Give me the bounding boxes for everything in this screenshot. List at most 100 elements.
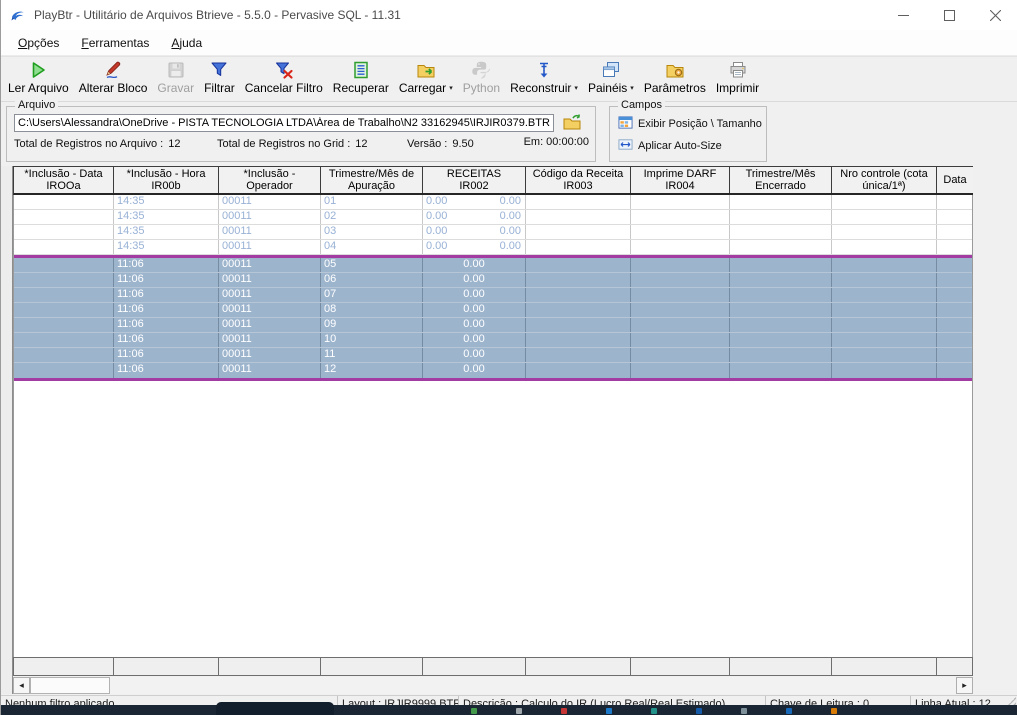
table-row[interactable]: 14:3500011010.000.00 [14,195,972,210]
table-row[interactable]: 11:0600011060.00 [14,273,972,288]
table-row[interactable]: 14:3500011020.000.00 [14,210,972,225]
dropdown-caret-icon: ▾ [630,85,634,92]
column-header-trimestre-mes-encerrado[interactable]: Trimestre/MêsEncerrado [730,167,832,193]
grid-cell [526,333,631,347]
column-header-trimestre-mes-de-apuracao[interactable]: Trimestre/Mês deApuração [321,167,423,193]
maximize-button[interactable] [926,0,972,30]
grid-cell [631,333,730,347]
grid-cell: 0.00 [423,288,526,302]
scroll-right-button[interactable]: ▸ [956,677,973,694]
grid-cell [730,273,832,287]
grid-cell: 11:06 [114,258,219,272]
table-row[interactable]: 11:0600011100.00 [14,333,972,348]
taskbar-app-icon [786,708,792,714]
table-row[interactable]: 11:0600011120.00 [14,363,972,378]
filter-cancel-icon [274,60,294,80]
scrollbar-thumb[interactable] [30,677,110,694]
minimize-button[interactable] [880,0,926,30]
toolbar-button-recuperar[interactable]: Recuperar [328,59,394,96]
toolbar-label: Carregar [399,81,446,95]
grid-cell [937,195,973,209]
toolbar-button-carregar[interactable]: Carregar▾ [394,59,458,96]
scroll-left-button[interactable]: ◂ [13,677,30,694]
column-header-inclusao-operador[interactable]: *Inclusão -Operador [219,167,321,193]
python-icon [471,60,491,80]
table-row[interactable]: 11:0600011110.00 [14,348,972,363]
table-row[interactable]: 14:3500011030.000.00 [14,225,972,240]
column-header-codigo-da-receita-ir003[interactable]: Código da ReceitaIR003 [526,167,631,193]
versao: Versão :9.50 [407,138,474,150]
table-row[interactable]: 11:0600011050.00 [14,258,972,273]
column-header-imprime-darf-ir004[interactable]: Imprime DARFIR004 [631,167,730,193]
table-row[interactable]: 11:0600011080.00 [14,303,972,318]
grid-cell [832,288,937,302]
grid-cell: 0.00 [423,333,526,347]
panels-icon [601,60,621,80]
toolbar-button-cancelar-filtro[interactable]: Cancelar Filtro [240,59,328,96]
grid-cell [730,195,832,209]
footer-cell [631,658,730,675]
toolbar-button-alterar-bloco[interactable]: Alterar Bloco [74,59,153,96]
toolbar-label: Ler Arquivo [8,81,69,95]
grid-cell [631,288,730,302]
grid-cell: 14:35 [114,195,219,209]
toolbar-label: Cancelar Filtro [245,81,323,95]
column-header-inclusao-hora-ir00b[interactable]: *Inclusão - HoraIR00b [114,167,219,193]
close-button[interactable] [972,0,1017,30]
grid-cell: 00011 [219,363,321,378]
toolbar-button-imprimir[interactable]: Imprimir [711,59,764,96]
menu-bar: OpçõesFerramentasAjuda [1,30,1017,56]
data-grid: *Inclusão - DataIROOa*Inclusão - HoraIR0… [13,166,973,676]
toolbar-button-filtrar[interactable]: Filtrar [199,59,240,96]
grid-cell [832,318,937,332]
toolbar-button-gravar: Gravar [152,59,199,96]
menu-item-opcoes[interactable]: Opções [7,32,70,54]
grid-cell [832,240,937,254]
file-path-input[interactable] [14,114,554,132]
dropdown-caret-icon: ▾ [574,85,578,92]
browse-file-button[interactable] [560,112,584,134]
table-row[interactable]: 11:0600011070.00 [14,288,972,303]
exibir-posicao-button[interactable]: Exibir Posição \ Tamanho [618,115,762,133]
table-grid-icon [618,115,633,133]
grid-cell [631,225,730,239]
column-header-inclusao-data-irooa[interactable]: *Inclusão - DataIROOa [14,167,114,193]
toolbar-button-parametros[interactable]: Parâmetros [639,59,711,96]
grid-cell [631,273,730,287]
menu-item-ajuda[interactable]: Ajuda [160,32,213,54]
grid-cell [526,210,631,224]
grid-cell: 00011 [219,288,321,302]
table-row[interactable]: 11:0600011090.00 [14,318,972,333]
grid-cell [14,240,114,254]
grid-cell [937,333,973,347]
column-header-nro-controle-cota-unica-1[interactable]: Nro controle (cotaúnica/1ª) [832,167,937,193]
horizontal-scrollbar[interactable]: ◂ ▸ [13,677,973,694]
grid-header-row: *Inclusão - DataIROOa*Inclusão - HoraIR0… [13,166,973,195]
table-row[interactable]: 14:3500011040.000.00 [14,240,972,255]
grid-cell [14,258,114,272]
grid-cell [14,333,114,347]
grid-cell [832,303,937,317]
column-header-receitas-ir002[interactable]: RECEITASIR002 [423,167,526,193]
footer-cell [937,658,973,675]
menu-item-ferramentas[interactable]: Ferramentas [70,32,160,54]
grid-cell [631,195,730,209]
toolbar-button-reconstruir[interactable]: Reconstruir▾ [505,59,583,96]
aplicar-autosize-button[interactable]: Aplicar Auto-Size [618,137,722,155]
grid-cell: 11:06 [114,363,219,378]
toolbar-label: Parâmetros [644,81,706,95]
grid-cell: 0.00 [423,273,526,287]
grid-cell: 00011 [219,210,321,224]
toolbar-button-ler-arquivo[interactable]: Ler Arquivo [3,59,74,96]
window-title: PlayBtr - Utilitário de Arquivos Btrieve… [34,8,401,22]
footer-cell [730,658,832,675]
grid-cell: 11:06 [114,273,219,287]
grid-cell [631,363,730,378]
grid-cell [631,318,730,332]
toolbar-button-paineis[interactable]: Painéis▾ [583,59,639,96]
autosize-icon [618,137,633,155]
column-header-data[interactable]: Data [937,167,973,193]
folder-open-icon [562,120,582,135]
toolbar-label: Gravar [157,81,194,95]
grid-cell [631,303,730,317]
